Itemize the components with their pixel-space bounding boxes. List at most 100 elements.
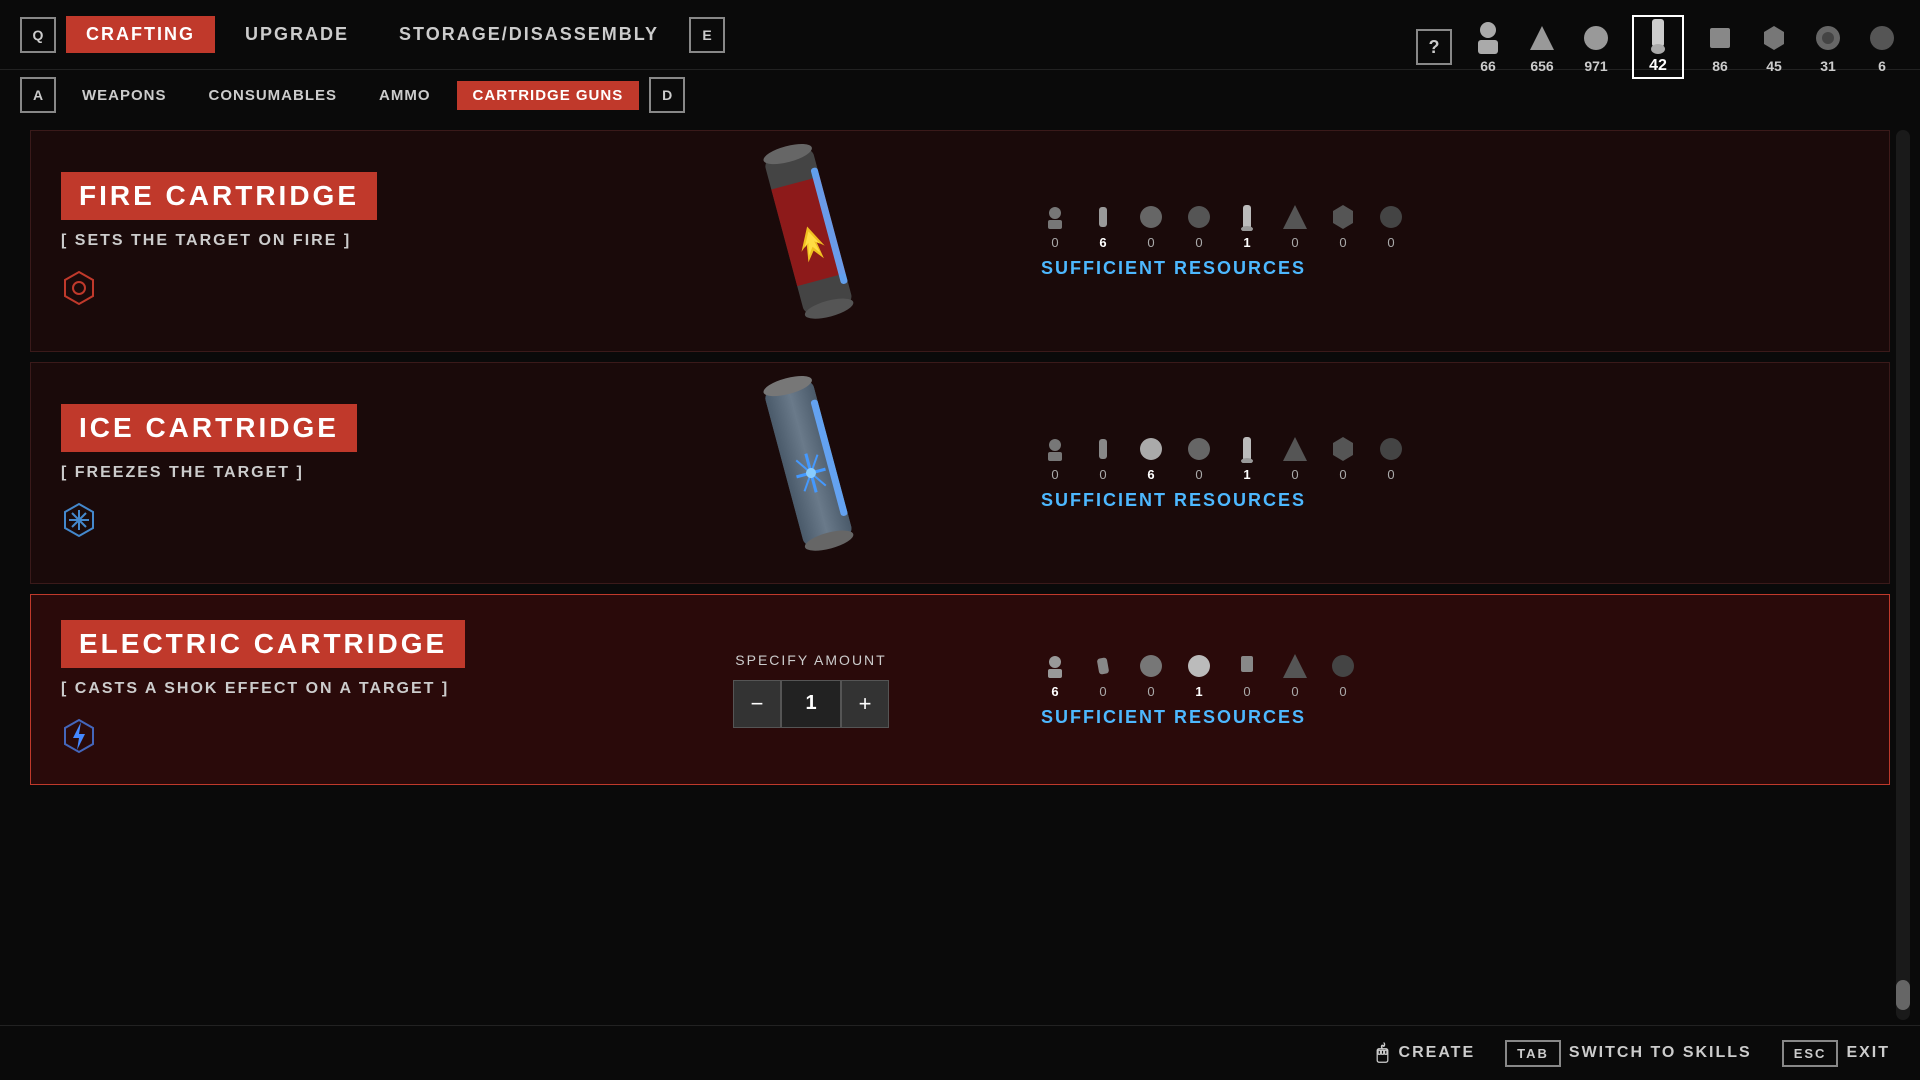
ice-cartridge-image (611, 363, 1011, 583)
ice-cartridge-card[interactable]: ICE CARTRIDGE [ FREEZES THE TARGET ] (30, 362, 1890, 584)
resource-item-1: 66 (1470, 20, 1506, 74)
tab-key: TAB (1505, 1040, 1561, 1067)
resource-icon-5 (1702, 20, 1738, 56)
resource-item-3: 971 (1578, 20, 1614, 74)
resource-icon-8 (1864, 20, 1900, 56)
resource-count-8: 6 (1878, 58, 1886, 74)
elec-res-slot-4: 1 (1185, 652, 1213, 699)
tab-ammo[interactable]: AMMO (363, 81, 447, 110)
res-slot-7: 0 (1329, 203, 1357, 250)
electric-amount-selector: SPECIFY AMOUNT − 1 + (611, 595, 1011, 784)
fire-cartridge-card[interactable]: FIRE CARTRIDGE [ SETS THE TARGET ON FIRE… (30, 130, 1890, 352)
fire-cartridge-hex-icon (61, 270, 581, 311)
elec-res-slot-1: 6 (1041, 652, 1069, 699)
elec-res-slot-5: 0 (1233, 652, 1261, 699)
electric-sufficient-label: SUFFICIENT RESOURCES (1041, 707, 1859, 728)
resource-item-5: 86 (1702, 20, 1738, 74)
mouse-icon: 🖱 (1377, 1042, 1391, 1065)
tab-consumables[interactable]: CONSUMABLES (193, 81, 354, 110)
key-a: A (20, 77, 56, 113)
resources-bar: ? 66 656 971 42 86 4 (1416, 15, 1900, 79)
ice-res-slot-5: 1 (1233, 435, 1261, 482)
tab-cartridge-guns[interactable]: CARTRIDGE GUNS (457, 81, 640, 110)
tab-crafting[interactable]: CRAFTING (66, 16, 215, 53)
res-slot-1: 0 (1041, 203, 1069, 250)
ice-res-slot-8: 0 (1377, 435, 1405, 482)
fire-resource-row: 0 6 0 0 1 (1041, 203, 1859, 250)
esc-key: ESC (1782, 1040, 1839, 1067)
resource-count-1: 66 (1480, 58, 1496, 74)
switch-skills-label: SWITCH TO SKILLS (1569, 1044, 1752, 1062)
electric-cartridge-desc: [ CASTS A SHOK EFFECT ON A TARGET ] (61, 680, 581, 698)
card-right-ice: 0 0 6 0 1 (1011, 363, 1889, 583)
res-slot-6: 0 (1281, 203, 1309, 250)
elec-res-slot-3: 0 (1137, 652, 1165, 699)
resource-icon-7 (1810, 20, 1846, 56)
tab-storage[interactable]: STORAGE/DISASSEMBLY (379, 16, 679, 53)
elec-res-slot-7: 0 (1329, 652, 1357, 699)
ice-sufficient-label: SUFFICIENT RESOURCES (1041, 490, 1859, 511)
ice-cartridge-hex-icon (61, 502, 581, 543)
resource-item-4: 42 (1632, 15, 1684, 79)
resource-count-3: 971 (1584, 58, 1607, 74)
create-label: CREATE (1399, 1044, 1476, 1062)
ice-res-slot-7: 0 (1329, 435, 1357, 482)
card-left-ice: ICE CARTRIDGE [ FREEZES THE TARGET ] (31, 363, 611, 583)
resource-count-5: 86 (1712, 58, 1728, 74)
amount-increase-btn[interactable]: + (841, 680, 889, 728)
ice-res-slot-2: 0 (1089, 435, 1117, 482)
electric-cartridge-hex-icon (61, 718, 581, 759)
electric-cartridge-name: ELECTRIC CARTRIDGE (61, 620, 465, 668)
key-d: D (649, 77, 685, 113)
resource-count-4: 42 (1649, 57, 1667, 75)
tab-upgrade[interactable]: UPGRADE (225, 16, 369, 53)
resource-count-2: 656 (1530, 58, 1553, 74)
card-right-electric: 6 0 0 1 0 (1011, 595, 1889, 784)
resource-icon-2 (1524, 20, 1560, 56)
fire-sufficient-label: SUFFICIENT RESOURCES (1041, 258, 1859, 279)
create-action[interactable]: 🖱 CREATE (1377, 1042, 1476, 1065)
amount-value: 1 (781, 680, 841, 728)
key-e: E (689, 17, 725, 53)
bottom-bar: 🖱 CREATE TAB SWITCH TO SKILLS ESC EXIT (0, 1025, 1920, 1080)
elec-res-slot-2: 0 (1089, 652, 1117, 699)
res-slot-5: 1 (1233, 203, 1261, 250)
key-q: Q (20, 17, 56, 53)
resource-icon-4 (1640, 19, 1676, 55)
resource-count-6: 45 (1766, 58, 1782, 74)
help-button[interactable]: ? (1416, 29, 1452, 65)
resource-item-2: 656 (1524, 20, 1560, 74)
card-right-fire: 0 6 0 0 1 (1011, 131, 1889, 351)
resource-icon-1 (1470, 20, 1506, 56)
fire-cartridge-name: FIRE CARTRIDGE (61, 172, 377, 220)
amount-decrease-btn[interactable]: − (733, 680, 781, 728)
resource-icon-6 (1756, 20, 1792, 56)
specify-label: SPECIFY AMOUNT (735, 652, 886, 668)
exit-action[interactable]: ESC EXIT (1782, 1040, 1890, 1067)
switch-skills-action[interactable]: TAB SWITCH TO SKILLS (1505, 1040, 1752, 1067)
ice-cartridge-name: ICE CARTRIDGE (61, 404, 357, 452)
ice-res-slot-3: 6 (1137, 435, 1165, 482)
electric-resource-row: 6 0 0 1 0 (1041, 652, 1859, 699)
ice-res-slot-4: 0 (1185, 435, 1213, 482)
fire-cartridge-desc: [ SETS THE TARGET ON FIRE ] (61, 232, 581, 250)
resource-item-7: 31 (1810, 20, 1846, 74)
main-content: FIRE CARTRIDGE [ SETS THE TARGET ON FIRE… (0, 120, 1920, 795)
card-left-electric: ELECTRIC CARTRIDGE [ CASTS A SHOK EFFECT… (31, 595, 611, 784)
amount-controls[interactable]: − 1 + (733, 680, 889, 728)
fire-cartridge-image (611, 131, 1011, 351)
tab-weapons[interactable]: WEAPONS (66, 81, 183, 110)
res-slot-8: 0 (1377, 203, 1405, 250)
ice-resource-row: 0 0 6 0 1 (1041, 435, 1859, 482)
electric-cartridge-card[interactable]: ELECTRIC CARTRIDGE [ CASTS A SHOK EFFECT… (30, 594, 1890, 785)
resource-icon-3 (1578, 20, 1614, 56)
res-slot-3: 0 (1137, 203, 1165, 250)
ice-cartridge-desc: [ FREEZES THE TARGET ] (61, 464, 581, 482)
res-slot-2: 6 (1089, 203, 1117, 250)
resource-item-8: 6 (1864, 20, 1900, 74)
card-left-fire: FIRE CARTRIDGE [ SETS THE TARGET ON FIRE… (31, 131, 611, 351)
ice-res-slot-6: 0 (1281, 435, 1309, 482)
resource-item-6: 45 (1756, 20, 1792, 74)
exit-label: EXIT (1846, 1044, 1890, 1062)
res-slot-4: 0 (1185, 203, 1213, 250)
